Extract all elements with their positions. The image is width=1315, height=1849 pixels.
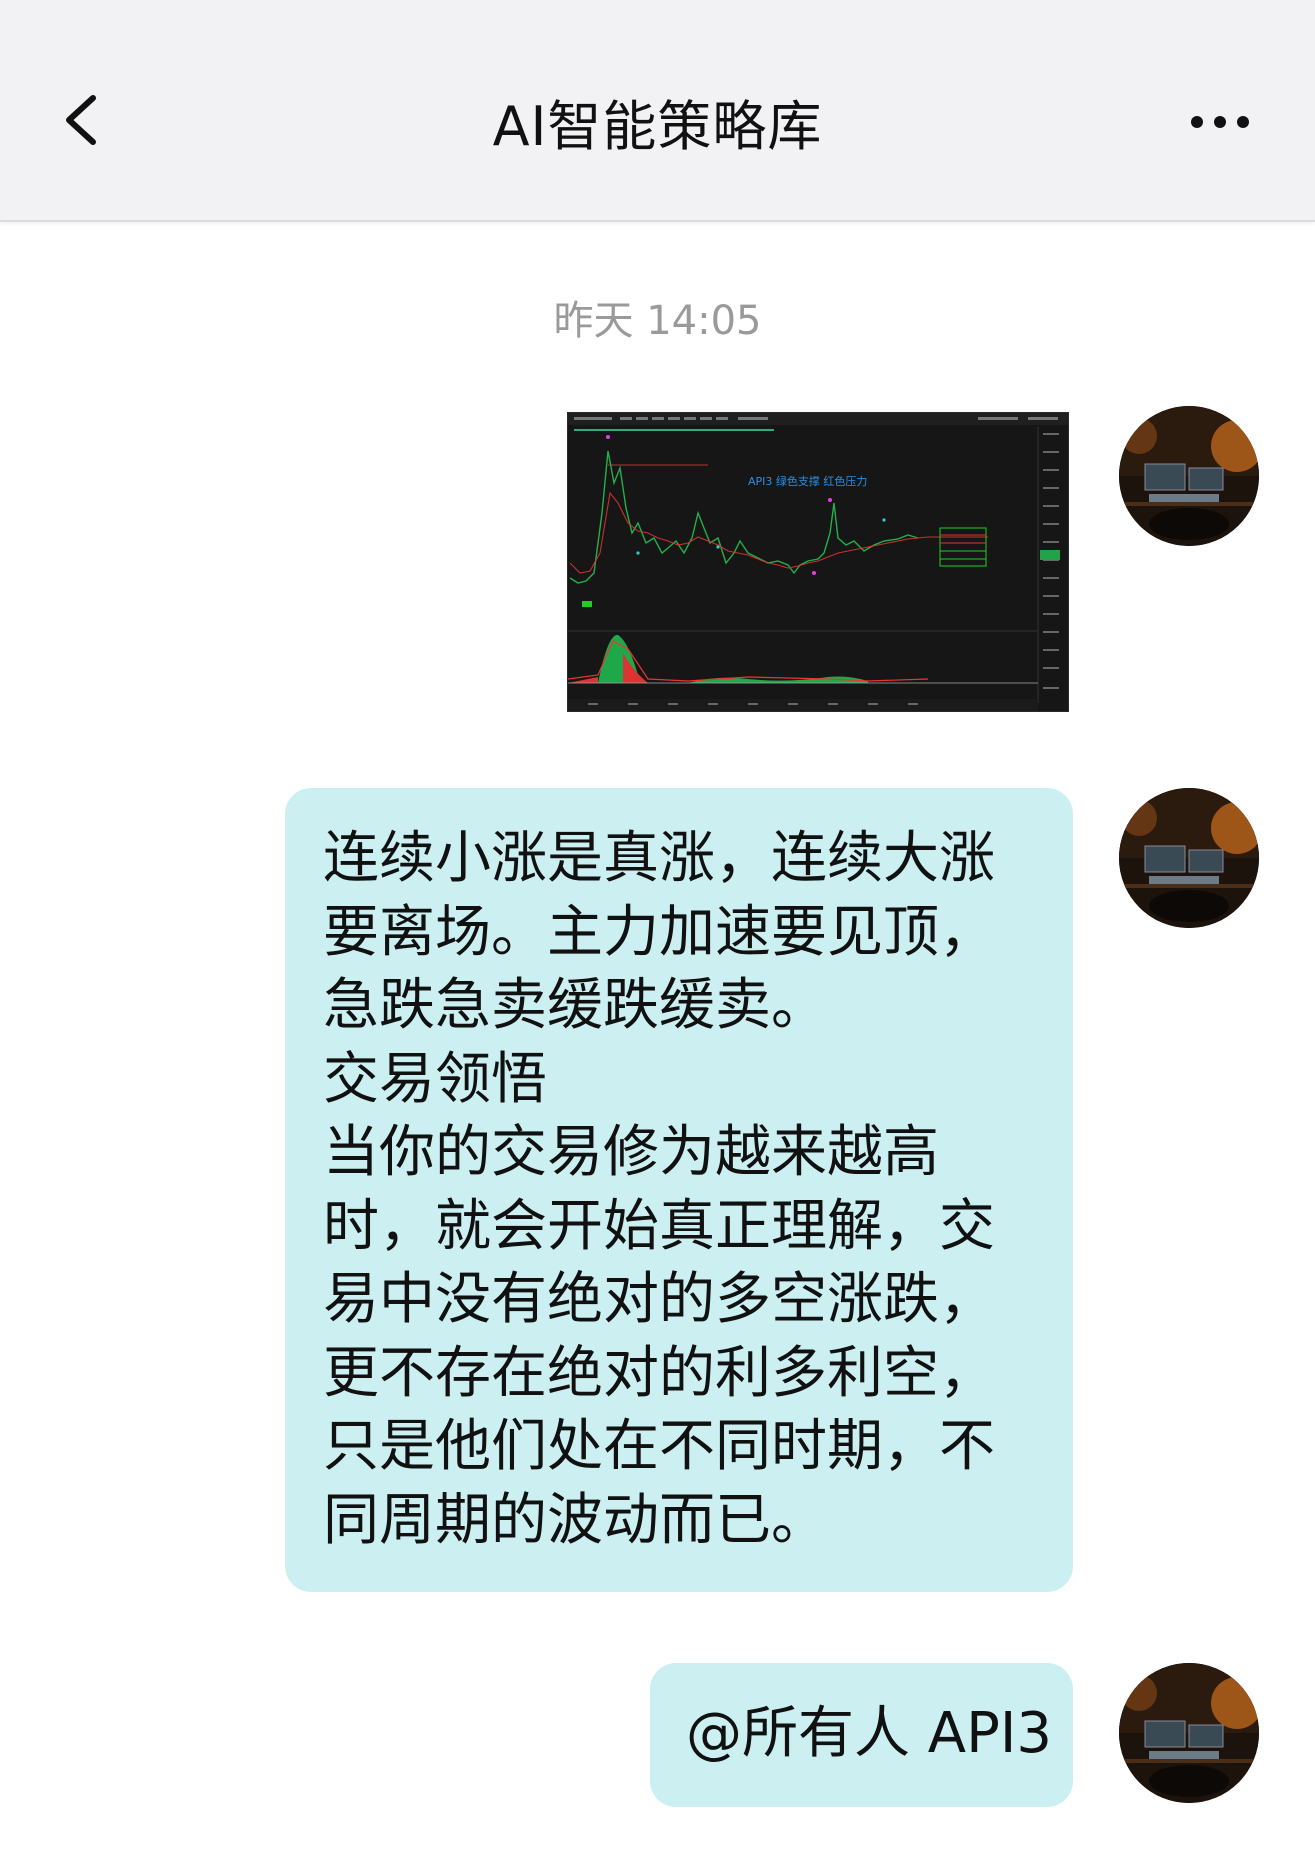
- message-text: 连续小涨是真涨，连续大涨要离场。主力加速要见顶，急跌急卖缓跌缓卖。 交易领悟 当…: [323, 826, 995, 1553]
- avatar[interactable]: [1119, 1663, 1259, 1803]
- chart-image-message[interactable]: API3 绿色支撑 红色压力: [567, 412, 1069, 712]
- more-button[interactable]: [1185, 100, 1255, 144]
- message-text: @所有人 API3: [686, 1701, 1053, 1766]
- avatar-image: [1119, 1663, 1259, 1803]
- avatar-image: [1119, 406, 1259, 546]
- top-nav-bar: AI智能策略库: [0, 0, 1315, 222]
- trading-chart-image: API3 绿色支撑 红色压力: [567, 413, 1068, 711]
- message-bubble[interactable]: 连续小涨是真涨，连续大涨要离场。主力加速要见顶，急跌急卖缓跌缓卖。 交易领悟 当…: [285, 788, 1073, 1592]
- more-dots-icon: [1191, 116, 1249, 128]
- avatar[interactable]: [1119, 788, 1259, 928]
- message-timestamp: 昨天 14:05: [553, 298, 762, 344]
- page-title: AI智能策略库: [492, 95, 823, 158]
- avatar[interactable]: [1119, 406, 1259, 546]
- message-bubble[interactable]: @所有人 API3: [650, 1663, 1073, 1807]
- avatar-image: [1119, 788, 1259, 928]
- chart-caption: API3 绿色支撑 红色压力: [748, 474, 867, 488]
